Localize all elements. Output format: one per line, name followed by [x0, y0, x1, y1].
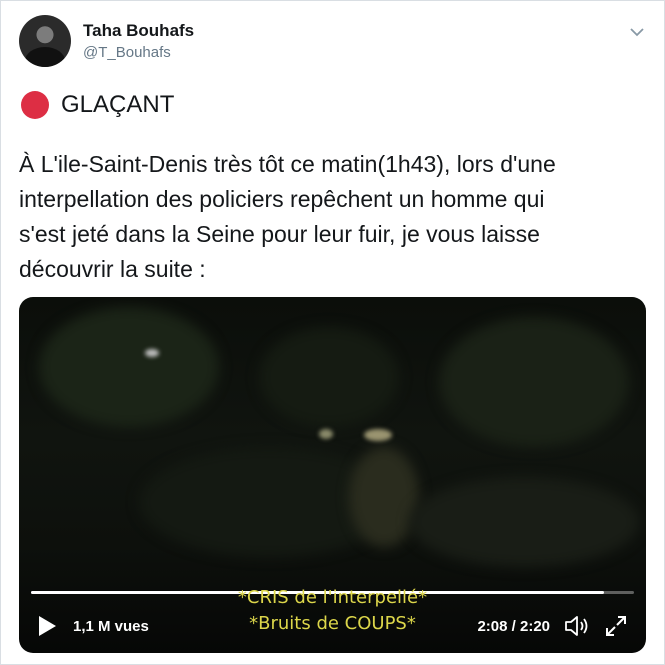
video-time: 2:08 / 2:20 [477, 618, 550, 635]
play-icon[interactable] [37, 615, 57, 637]
tweet-body-line: À L'ile-Saint-Denis très tôt ce matin(1h… [19, 151, 556, 177]
author-handle[interactable]: @T_Bouhafs [83, 44, 171, 61]
video-scene-light [364, 429, 392, 441]
video-player[interactable]: *CRIS de l'interpellé* *Bruits de COUPS*… [19, 297, 646, 653]
video-subtitle: *CRIS de l'interpellé* [237, 587, 428, 608]
video-scene-foliage [39, 307, 219, 427]
video-scene-foliage [259, 327, 399, 427]
author-name[interactable]: Taha Bouhafs [83, 21, 194, 41]
tweet-body-line: interpellation des policiers repêchent u… [19, 186, 545, 212]
tweet-body-line: découvrir la suite : [19, 256, 206, 282]
chevron-down-icon[interactable] [628, 23, 646, 41]
video-controls: 1,1 M vues 2:08 / 2:20 [19, 609, 646, 645]
video-scene-foliage [439, 317, 629, 447]
video-scene-ground [409, 477, 639, 567]
tweet-body-line: s'est jeté dans la Seine pour leur fuir,… [19, 221, 540, 247]
avatar[interactable] [19, 15, 71, 67]
view-count: 1,1 M vues [73, 618, 149, 635]
video-scene-light [319, 429, 333, 439]
tweet-body: À L'ile-Saint-Denis très tôt ce matin(1h… [19, 147, 644, 287]
video-scene-figure [349, 447, 419, 547]
tweet-card: Taha Bouhafs @T_Bouhafs GLAÇANT À L'ile-… [0, 0, 665, 665]
volume-icon[interactable] [564, 614, 590, 638]
tweet-headline: GLAÇANT [21, 91, 174, 119]
red-circle-icon [21, 91, 49, 119]
avatar-silhouette [25, 47, 65, 67]
fullscreen-icon[interactable] [604, 614, 628, 638]
headline-text: GLAÇANT [61, 91, 175, 118]
video-scene-light [145, 349, 159, 357]
